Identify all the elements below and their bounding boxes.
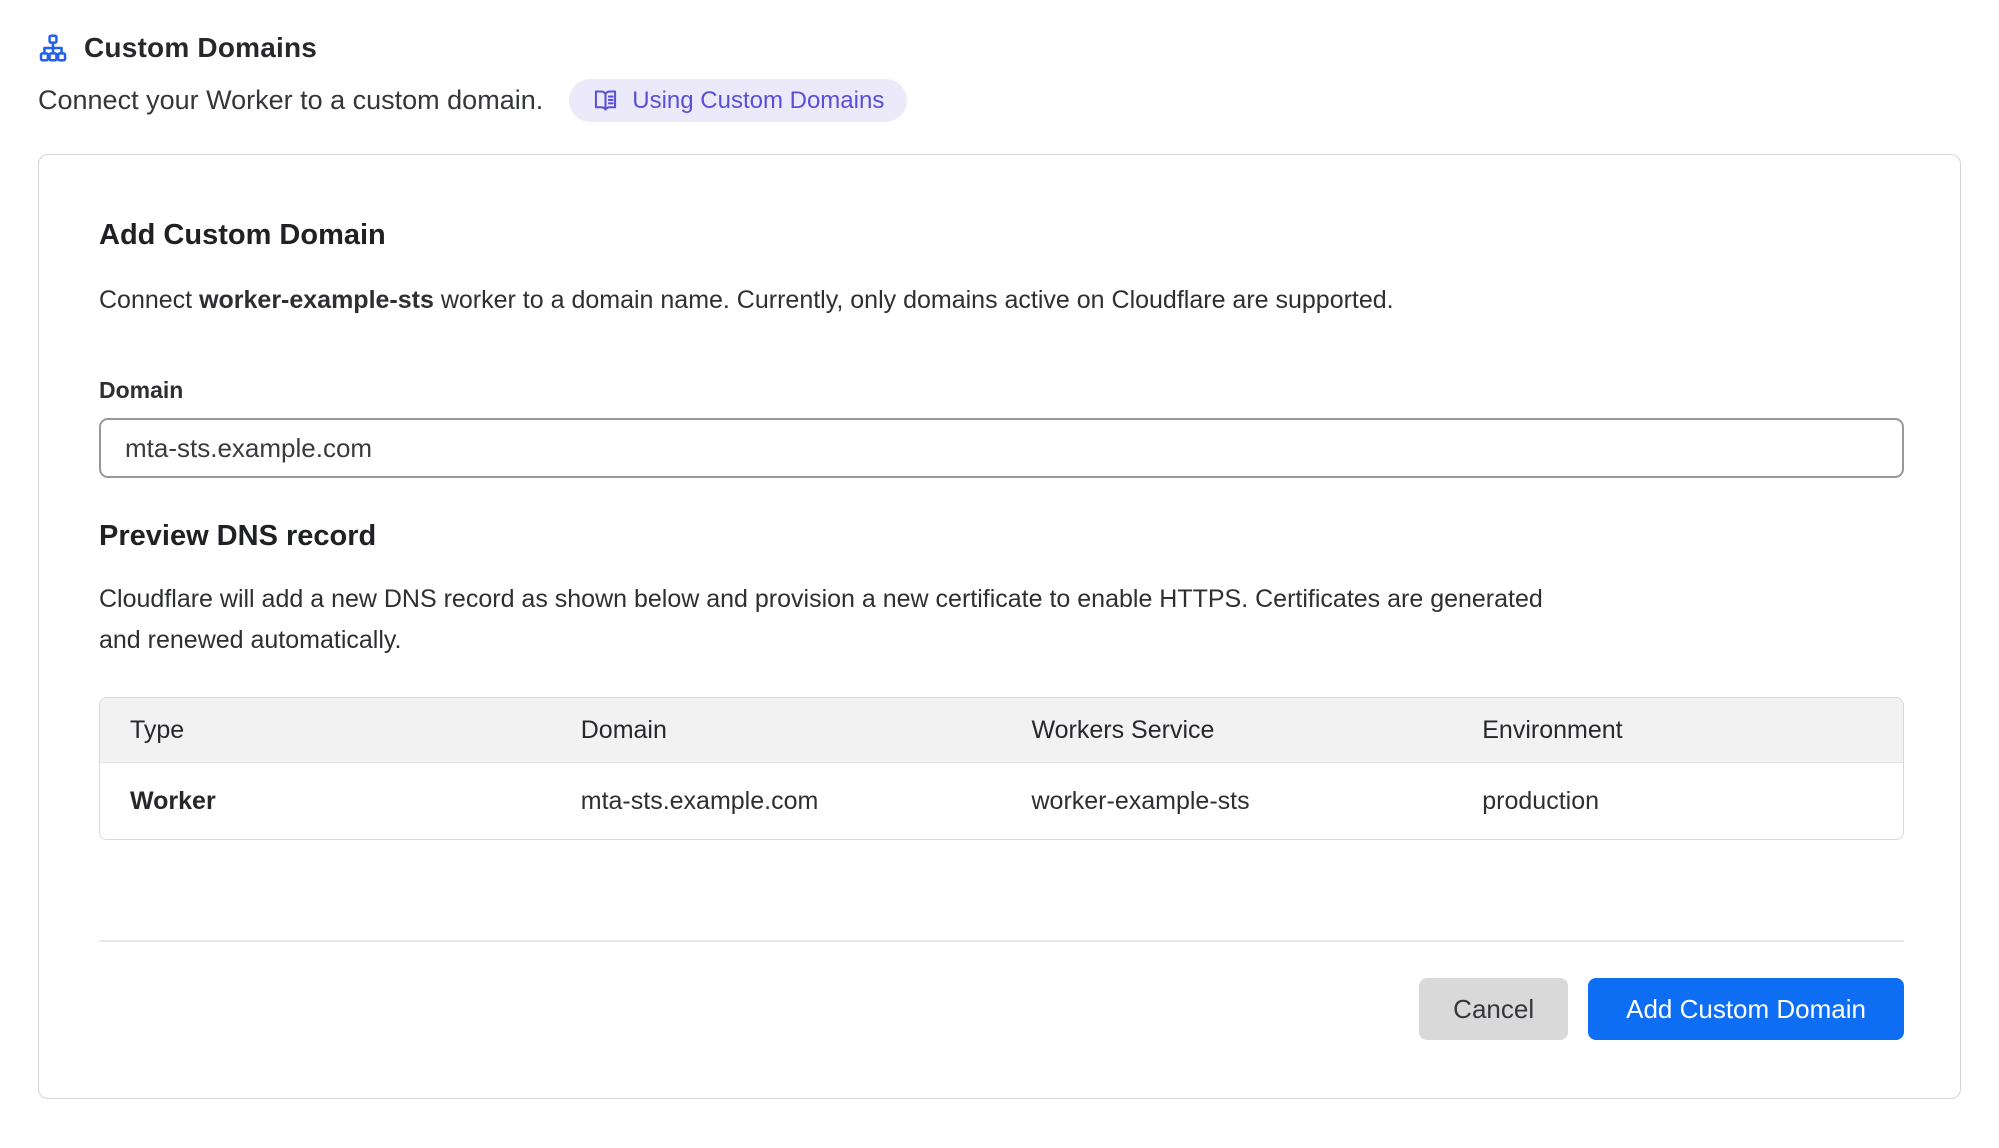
using-custom-domains-link[interactable]: Using Custom Domains <box>569 79 907 122</box>
add-custom-domain-heading: Add Custom Domain <box>99 219 1904 252</box>
cell-type: Worker <box>100 763 551 839</box>
column-header-environment: Environment <box>1452 698 1903 763</box>
sitemap-icon <box>38 33 68 63</box>
table-header-row: Type Domain Workers Service Environment <box>100 698 1903 763</box>
page-header: Custom Domains <box>38 32 1961 64</box>
open-book-icon <box>592 87 619 114</box>
column-header-workers-service: Workers Service <box>1002 698 1453 763</box>
domain-input[interactable] <box>99 418 1904 478</box>
custom-domains-page: Custom Domains Connect your Worker to a … <box>0 0 1999 1099</box>
cell-domain: mta-sts.example.com <box>551 763 1002 839</box>
page-subtitle: Connect your Worker to a custom domain. <box>38 85 543 116</box>
column-header-type: Type <box>100 698 551 763</box>
domain-label: Domain <box>99 377 1904 404</box>
column-header-domain: Domain <box>551 698 1002 763</box>
cancel-button[interactable]: Cancel <box>1419 978 1568 1040</box>
intro-suffix: worker to a domain name. Currently, only… <box>434 286 1394 314</box>
cell-workers-service: worker-example-sts <box>1002 763 1453 839</box>
cell-environment: production <box>1452 763 1903 839</box>
add-custom-domain-panel: Add Custom Domain Connect worker-example… <box>38 154 1961 1099</box>
footer-actions: Cancel Add Custom Domain <box>99 978 1904 1040</box>
preview-dns-heading: Preview DNS record <box>99 520 1904 553</box>
footer-divider <box>99 940 1904 942</box>
page-subtitle-row: Connect your Worker to a custom domain. … <box>38 79 1961 122</box>
panel-intro-text: Connect worker-example-sts worker to a d… <box>99 286 1904 315</box>
worker-name: worker-example-sts <box>199 286 434 314</box>
page-title: Custom Domains <box>84 32 317 64</box>
table-row: Worker mta-sts.example.com worker-exampl… <box>100 763 1903 839</box>
using-custom-domains-label: Using Custom Domains <box>632 87 884 115</box>
add-custom-domain-button[interactable]: Add Custom Domain <box>1588 978 1904 1040</box>
intro-prefix: Connect <box>99 286 199 314</box>
dns-preview-table: Type Domain Workers Service Environment … <box>99 697 1904 840</box>
preview-dns-description: Cloudflare will add a new DNS record as … <box>99 579 1569 660</box>
